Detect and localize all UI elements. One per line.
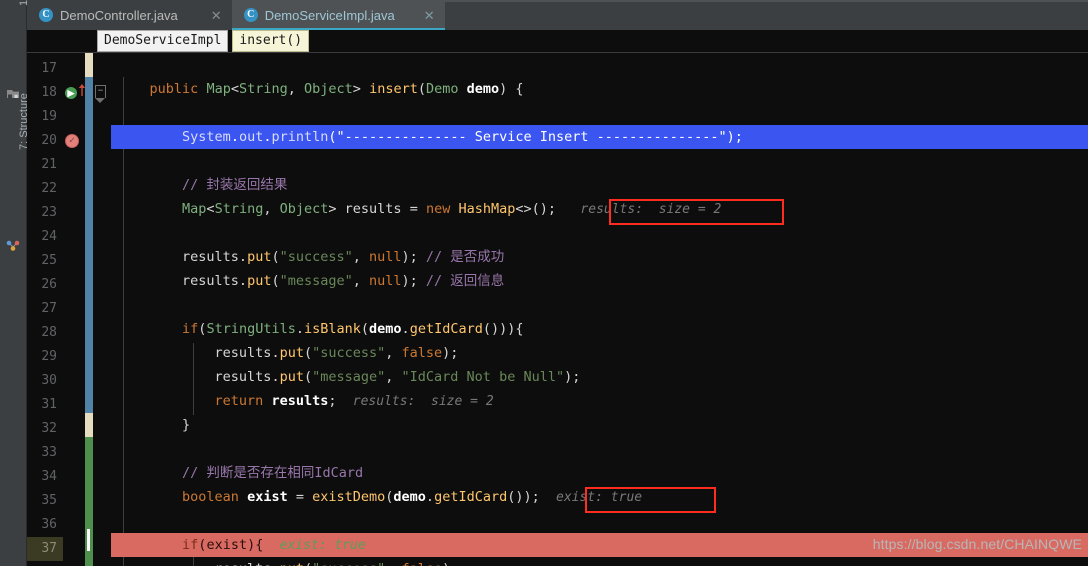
code-line-27[interactable] — [111, 293, 1088, 317]
close-icon[interactable]: ✕ — [211, 9, 222, 22]
line-number: 34 — [41, 469, 57, 484]
gutter-icon-column[interactable]: ▶ ✓ — [63, 53, 86, 566]
tab-label: DemoServiceImpl.java — [264, 7, 395, 23]
java-class-icon: C — [243, 8, 258, 22]
sidebar-item-structure[interactable]: 7: Structure — [0, 93, 30, 240]
line-number: 31 — [41, 397, 57, 412]
line-number: 26 — [41, 277, 57, 292]
code-line-25[interactable]: results.put("success", null); // 是否成功 — [111, 245, 1088, 269]
line-number: 33 — [41, 445, 57, 460]
line-number: 24 — [41, 229, 57, 244]
editor-tab-bar: C DemoController.java ✕ C DemoServiceImp… — [27, 0, 1088, 30]
line-number: 27 — [41, 301, 57, 316]
line-number: 18 — [41, 85, 57, 100]
tab-label: DemoController.java — [60, 7, 178, 23]
line-number-gutter: 17 18 19 20 21 22 23 24 25 26 27 28 29 3… — [27, 53, 63, 566]
inline-debug-hint: results: size = 2 — [352, 394, 494, 409]
code-line-32[interactable]: } — [111, 413, 1088, 437]
editor-column: C DemoController.java ✕ C DemoServiceImp… — [27, 0, 1088, 566]
code-line-38[interactable]: results.put("success", false); — [111, 557, 1088, 566]
code-editor[interactable]: @Override 17 18 19 20 21 22 23 24 25 26 — [27, 52, 1088, 566]
breadcrumb-method[interactable]: insert() — [232, 30, 310, 52]
line-number: 22 — [41, 181, 57, 196]
line-number: 38 — [27, 561, 57, 566]
code-line-31[interactable]: return results; results: size = 2 — [111, 389, 1088, 413]
code-line-29[interactable]: results.put("success", false); — [111, 341, 1088, 365]
line-number: 21 — [41, 157, 57, 172]
change-marker-modified[interactable] — [85, 413, 93, 437]
code-line-23[interactable]: Map<String, Object> results = new HashMa… — [111, 197, 1088, 221]
code-text-area[interactable]: public Map<String, Object> insert(Demo d… — [87, 53, 1088, 566]
code-line-34[interactable]: // 判断是否存在相同IdCard — [111, 461, 1088, 485]
line-number: 17 — [41, 61, 57, 76]
line-number: 30 — [41, 373, 57, 388]
code-line-28[interactable]: if(StringUtils.isBlank(demo.getIdCard())… — [111, 317, 1088, 341]
left-tool-window-bar: 1: Project 7: Structure — [0, 0, 30, 566]
line-number: 35 — [41, 493, 57, 508]
breadcrumb-class[interactable]: DemoServiceImpl — [97, 30, 229, 52]
code-line-20[interactable]: System.out.println("--------------- Serv… — [111, 125, 1088, 149]
code-line-24[interactable] — [111, 221, 1088, 245]
line-number: 32 — [41, 421, 57, 436]
code-folding-column[interactable]: − — [93, 53, 111, 566]
code-line-33[interactable] — [111, 437, 1088, 461]
ide-window: 1: Project 7: Structure C DemoController… — [0, 0, 1088, 566]
line-number: 19 — [41, 109, 57, 124]
change-marker-changed[interactable] — [85, 77, 93, 413]
breakpoint-muted-icon[interactable]: ✓ — [65, 134, 79, 148]
sidebar-item-project[interactable]: 1: Project — [0, 0, 30, 86]
vcs-change-bar — [85, 53, 93, 566]
change-marker-modified[interactable] — [85, 53, 93, 77]
line-number: 28 — [41, 325, 57, 340]
watermark: https://blog.csdn.net/CHAINQWE — [872, 536, 1082, 552]
code-line-22[interactable]: // 封装返回结果 — [111, 173, 1088, 197]
line-number: 23 — [41, 205, 57, 220]
structure-nodes-icon — [6, 240, 20, 251]
tab-demoserviceimpl-java[interactable]: C DemoServiceImpl.java ✕ — [231, 0, 445, 30]
execution-pointer-caret — [87, 529, 90, 551]
line-number: 20 — [41, 133, 57, 148]
code-line-26[interactable]: results.put("message", null); // 返回信息 — [111, 269, 1088, 293]
tab-democontroller-java[interactable]: C DemoController.java ✕ — [27, 0, 232, 30]
code-line-21[interactable] — [111, 149, 1088, 173]
code-line-19[interactable] — [111, 101, 1088, 125]
code-line-30[interactable]: results.put("message", "IdCard Not be Nu… — [111, 365, 1088, 389]
code-line-36[interactable] — [111, 509, 1088, 533]
line-number-current: 37 — [27, 537, 63, 561]
run-method-marker-icon[interactable]: ▶ — [65, 87, 77, 99]
breadcrumb: DemoServiceImpl insert() — [27, 30, 1088, 52]
line-number: 29 — [41, 349, 57, 364]
inline-debug-hint: exist: true — [279, 538, 366, 553]
code-fold-collapse-icon[interactable]: − — [95, 85, 106, 103]
line-number: 25 — [41, 253, 57, 268]
close-icon[interactable]: ✕ — [424, 9, 435, 22]
java-class-icon: C — [39, 8, 53, 22]
code-line-17[interactable] — [111, 53, 1088, 77]
line-number: 36 — [41, 517, 57, 532]
code-line-18[interactable]: public Map<String, Object> insert(Demo d… — [111, 77, 1088, 101]
